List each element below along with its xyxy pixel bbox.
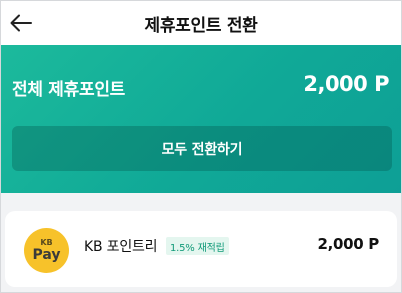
convert-all-button[interactable]: 모두 전환하기 [12, 126, 392, 171]
arrow-left-icon [10, 14, 32, 32]
points-list-item[interactable]: KB Pay KB 포인트리 1.5% 재적립 2,000 P [5, 211, 397, 287]
total-points-label: 전체 제휴포인트 [12, 80, 125, 100]
screen: 제휴포인트 전환 전체 제휴포인트 2,000 P 모두 전환하기 KB Pay… [0, 0, 402, 293]
logo-text-bottom: Pay [32, 247, 61, 263]
total-points-amount: 2,000 P [303, 72, 389, 96]
app-header: 제휴포인트 전환 [1, 1, 401, 45]
page-title: 제휴포인트 전환 [144, 15, 258, 36]
kb-pay-logo: KB Pay [24, 228, 69, 273]
logo-text-top: KB [40, 238, 53, 247]
points-amount: 2,000 P [317, 235, 379, 253]
rate-badge: 1.5% 재적립 [166, 237, 229, 255]
total-points-panel: 전체 제휴포인트 2,000 P 모두 전환하기 [1, 45, 401, 193]
back-button[interactable] [7, 9, 35, 37]
points-provider-name: KB 포인트리 [84, 239, 158, 255]
